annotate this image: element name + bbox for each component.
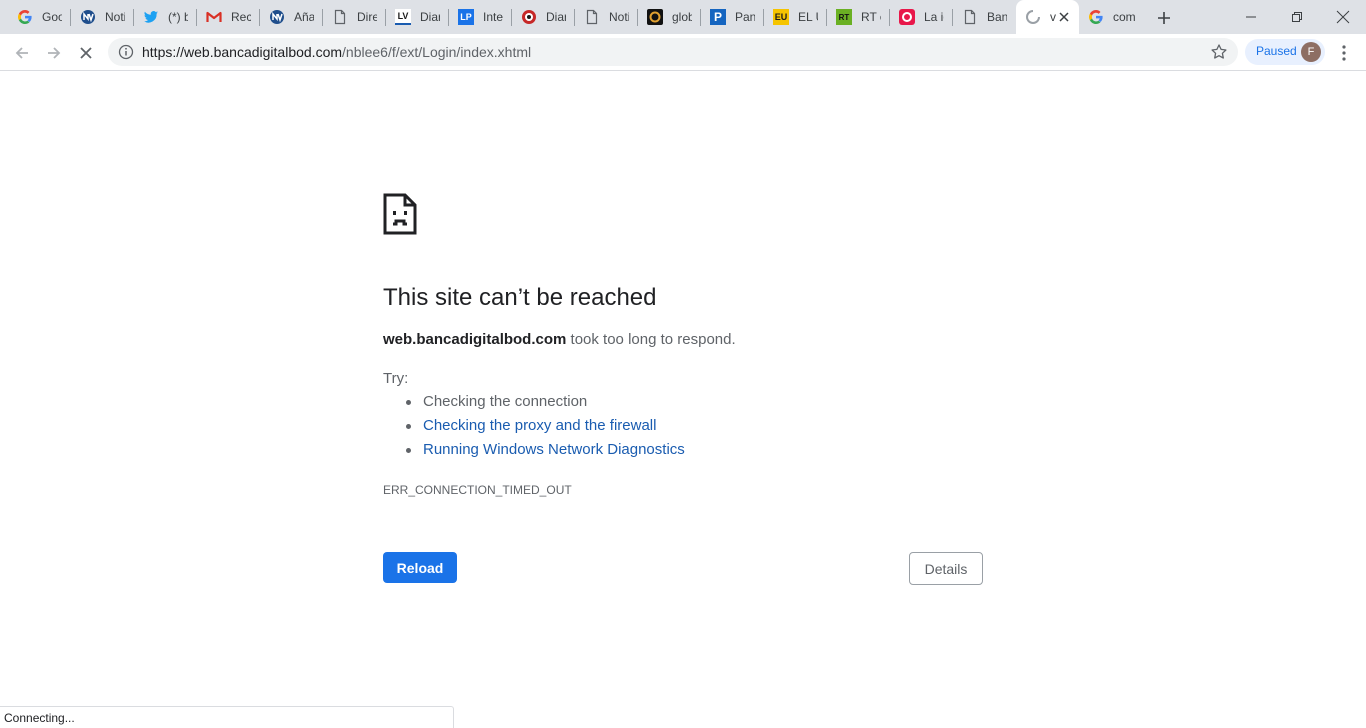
panorama-p-icon: P: [710, 9, 726, 25]
tab-title: Panc: [735, 10, 755, 24]
forward-arrow-icon[interactable]: [40, 39, 68, 67]
browser-tab[interactable]: Diar: [512, 0, 575, 34]
restore-icon[interactable]: [1274, 0, 1320, 34]
status-bubble: Connecting...: [0, 706, 454, 728]
tab-title: Dire: [357, 10, 377, 24]
browser-tab[interactable]: RT RT e: [827, 0, 890, 34]
loading-spinner-icon: [1025, 9, 1041, 25]
url-host: https://web.bancadigitalbod.com: [142, 44, 343, 60]
tab-title: glob: [672, 10, 692, 24]
tab-title: Banc: [987, 10, 1007, 24]
sad-page-icon: [383, 193, 417, 235]
eu-logo-icon: EU: [773, 9, 789, 25]
tab-title: Reci: [231, 10, 251, 24]
tab-title: Goo: [42, 10, 62, 24]
tab-title: (*) b: [168, 10, 188, 24]
tab-title: Aña: [294, 10, 314, 24]
browser-toolbar: https://web.bancadigitalbod.com/nblee6/f…: [0, 34, 1366, 71]
tab-title: RT e: [861, 10, 881, 24]
rt-logo-icon: RT: [836, 9, 852, 25]
error-host: web.bancadigitalbod.com: [383, 331, 567, 348]
browser-tab[interactable]: EU EL U: [764, 0, 827, 34]
details-button[interactable]: Details: [909, 552, 983, 585]
error-code: ERR_CONNECTION_TIMED_OUT: [383, 483, 572, 497]
suggestion-item: Running Windows Network Diagnostics: [383, 441, 685, 465]
browser-tab[interactable]: Dire: [323, 0, 386, 34]
tab-strip: Goo Noti (*) b Reci Aña Dire: [0, 0, 1366, 34]
suggestion-item: Checking the proxy and the firewall: [383, 417, 685, 441]
info-icon[interactable]: [118, 44, 134, 60]
browser-tab[interactable]: Noti: [71, 0, 134, 34]
address-bar[interactable]: https://web.bancadigitalbod.com/nblee6/f…: [108, 38, 1238, 66]
tab-title: Noti: [609, 10, 629, 24]
stop-loading-icon[interactable]: [72, 39, 100, 67]
proxy-firewall-link[interactable]: Checking the proxy and the firewall: [423, 417, 656, 434]
minimize-icon[interactable]: [1228, 0, 1274, 34]
browser-tab-active[interactable]: v: [1016, 0, 1079, 34]
kebab-menu-icon[interactable]: [1334, 43, 1354, 63]
url-text[interactable]: https://web.bancadigitalbod.com/nblee6/f…: [142, 44, 531, 60]
page-icon: [332, 9, 348, 25]
diario-logo-icon: [521, 9, 537, 25]
network-diagnostics-link[interactable]: Running Windows Network Diagnostics: [423, 441, 685, 458]
error-message: web.bancadigitalbod.com took too long to…: [383, 331, 736, 348]
profile-status-label: Paused: [1256, 44, 1297, 58]
tab-title: Noti: [105, 10, 125, 24]
tab-title: EL U: [798, 10, 818, 24]
browser-tab[interactable]: glob: [638, 0, 701, 34]
gmail-m-icon: [206, 9, 222, 25]
tab-title: Inter: [483, 10, 503, 24]
page-icon: [584, 9, 600, 25]
lv-logo-icon: LV: [395, 9, 411, 25]
suggestions-list: Checking the connection Checking the pro…: [383, 393, 685, 465]
browser-tab[interactable]: LV Diar: [386, 0, 449, 34]
red-circle-icon: [899, 9, 915, 25]
browser-tab[interactable]: Noti: [575, 0, 638, 34]
browser-tab[interactable]: Banc: [953, 0, 1016, 34]
news-globe-icon: [269, 9, 285, 25]
browser-tab[interactable]: P Panc: [701, 0, 764, 34]
tab-title: Diar: [546, 10, 566, 24]
close-window-icon[interactable]: [1320, 0, 1366, 34]
page-icon: [962, 9, 978, 25]
close-tab-icon[interactable]: [1057, 10, 1071, 24]
twitter-bird-icon: [143, 9, 159, 25]
avatar: F: [1301, 42, 1321, 62]
url-path: /nblee6/f/ext/Login/index.xhtml: [342, 44, 532, 60]
browser-tab[interactable]: (*) b: [134, 0, 197, 34]
try-label: Try:: [383, 370, 409, 387]
browser-tab[interactable]: Reci: [197, 0, 260, 34]
globovision-icon: [647, 9, 663, 25]
profile-button[interactable]: Paused F: [1245, 39, 1325, 65]
back-arrow-icon[interactable]: [8, 39, 36, 67]
error-message-text: took too long to respond.: [566, 331, 736, 348]
browser-tab[interactable]: La ig: [890, 0, 953, 34]
new-tab-plus-icon[interactable]: [1153, 7, 1175, 29]
browser-tab[interactable]: LP Inter: [449, 0, 512, 34]
browser-tab[interactable]: Goo: [8, 0, 71, 34]
google-g-icon: [17, 9, 33, 25]
lp-logo-icon: LP: [458, 9, 474, 25]
error-title: This site can’t be reached: [383, 284, 657, 311]
suggestion-text: Checking the connection: [423, 393, 588, 410]
bookmark-star-icon[interactable]: [1210, 43, 1228, 61]
news-globe-icon: [80, 9, 96, 25]
browser-tab[interactable]: Aña: [260, 0, 323, 34]
tab-title: Diar: [420, 10, 440, 24]
reload-button[interactable]: Reload: [383, 552, 457, 583]
tab-title: La ig: [924, 10, 944, 24]
browser-tab[interactable]: com: [1079, 0, 1142, 34]
suggestion-item: Checking the connection: [383, 393, 685, 417]
tab-title: com: [1113, 10, 1136, 24]
google-g-icon: [1088, 9, 1104, 25]
